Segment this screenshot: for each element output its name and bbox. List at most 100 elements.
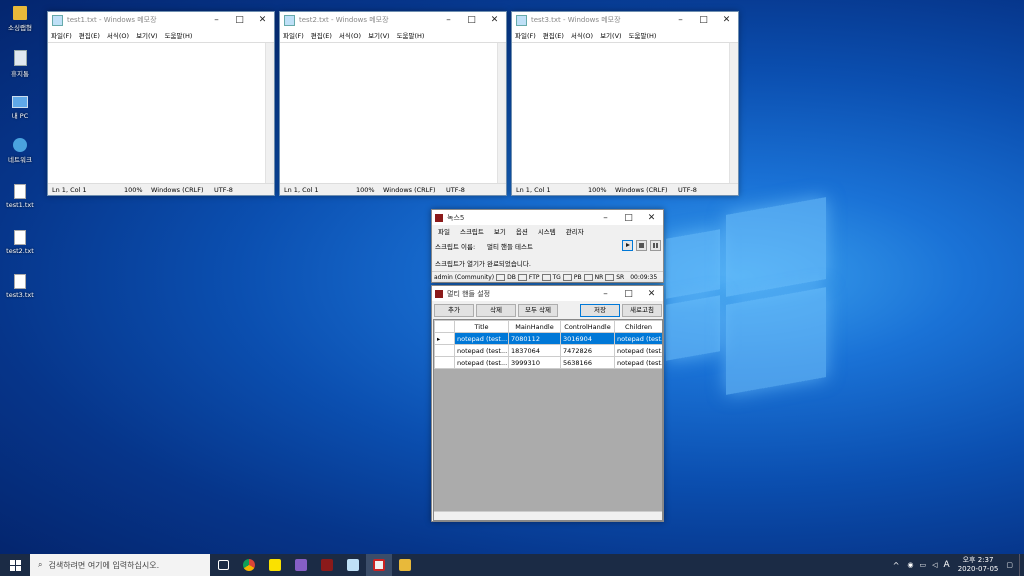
add-button[interactable]: 추가	[434, 304, 474, 317]
network-icon[interactable]: ▭	[920, 561, 927, 569]
desktop-icon-recycle-bin[interactable]: 휴지통	[3, 50, 37, 78]
desktop-icon-this-pc[interactable]: 내 PC	[3, 96, 37, 120]
title-bar[interactable]: test1.txt - Windows 메모장 – □ ✕	[48, 12, 274, 28]
minimize-button[interactable]: –	[594, 289, 617, 299]
menu-file[interactable]: 파일(F)	[283, 30, 304, 40]
notepad-window-1[interactable]: test1.txt - Windows 메모장 – □ ✕ 파일(F) 편집(E…	[47, 11, 275, 196]
menu-view[interactable]: 보기(V)	[600, 30, 621, 40]
notepad-window-3[interactable]: test3.txt - Windows 메모장 – □ ✕ 파일(F) 편집(E…	[511, 11, 739, 196]
vertical-scrollbar[interactable]	[497, 43, 506, 184]
play-button[interactable]	[622, 240, 633, 251]
red-app-button[interactable]	[314, 554, 340, 576]
maximize-button[interactable]: □	[460, 15, 483, 25]
stop-button[interactable]	[636, 240, 647, 251]
menu-format[interactable]: 서식(O)	[107, 30, 129, 40]
menu-options[interactable]: 옵션	[516, 226, 528, 236]
menu-help[interactable]: 도움말(H)	[165, 30, 193, 40]
menu-edit[interactable]: 편집(E)	[311, 30, 332, 40]
desktop-icon-test2[interactable]: test2.txt	[3, 230, 37, 255]
menu-file[interactable]: 파일	[438, 226, 450, 236]
maximize-button[interactable]: □	[617, 289, 640, 299]
title-bar[interactable]: test3.txt - Windows 메모장 – □ ✕	[512, 12, 738, 28]
desktop-icon-test3[interactable]: test3.txt	[3, 274, 37, 299]
close-button[interactable]: ✕	[640, 289, 663, 299]
nox-main-window[interactable]: 녹스5 – □ ✕ 파일 스크립트 보기 옵션 시스템 관리자 스크립트 이름:…	[431, 209, 664, 283]
task-view-button[interactable]	[210, 554, 236, 576]
cell-title[interactable]: notepad (test...	[454, 344, 509, 357]
cell-mainhandle[interactable]: 3999310	[508, 356, 561, 369]
menu-view[interactable]: 보기(V)	[368, 30, 389, 40]
cell-title[interactable]: notepad (test...	[454, 356, 509, 369]
column-header-mainhandle[interactable]: MainHandle	[508, 320, 561, 333]
close-button[interactable]: ✕	[483, 15, 506, 25]
menu-admin[interactable]: 관리자	[566, 226, 584, 236]
title-bar[interactable]: test2.txt - Windows 메모장 – □ ✕	[280, 12, 506, 28]
close-button[interactable]: ✕	[251, 15, 274, 25]
cell-mainhandle[interactable]: 1837064	[508, 344, 561, 357]
menu-view[interactable]: 보기	[494, 226, 506, 236]
desktop-icon-test1[interactable]: test1.txt	[3, 184, 37, 209]
menu-file[interactable]: 파일(F)	[51, 30, 72, 40]
nox-taskbar-button[interactable]	[366, 554, 392, 576]
text-editor-area[interactable]	[280, 42, 506, 184]
handle-grid[interactable]: Title MainHandle ControlHandle Children …	[433, 319, 663, 521]
menu-system[interactable]: 시스템	[538, 226, 556, 236]
cell-title[interactable]: notepad (test...	[454, 332, 509, 345]
table-row[interactable]: ▸ notepad (test... 7080112 3016904 notep…	[434, 332, 662, 345]
show-desktop-button[interactable]	[1019, 554, 1024, 576]
title-bar[interactable]: 녹스5 – □ ✕	[432, 210, 663, 225]
menu-edit[interactable]: 편집(E)	[79, 30, 100, 40]
tray-app-icon[interactable]: ◉	[907, 561, 913, 569]
minimize-button[interactable]: –	[669, 15, 692, 25]
text-editor-area[interactable]	[48, 42, 274, 184]
save-button[interactable]: 저장	[580, 304, 620, 317]
kakaotalk-button[interactable]	[262, 554, 288, 576]
delete-button[interactable]: 삭제	[476, 304, 516, 317]
maximize-button[interactable]: □	[228, 15, 251, 25]
delete-all-button[interactable]: 모두 삭제	[518, 304, 558, 317]
menu-edit[interactable]: 편집(E)	[543, 30, 564, 40]
ime-indicator[interactable]: A	[944, 560, 950, 570]
minimize-button[interactable]: –	[594, 213, 617, 223]
pause-button[interactable]	[650, 240, 661, 251]
menu-view[interactable]: 보기(V)	[136, 30, 157, 40]
title-bar[interactable]: 멀티 핸들 설정 – □ ✕	[432, 286, 663, 301]
desktop-icon-folder[interactable]: 소싱랩형	[3, 6, 37, 32]
notepad-taskbar-button[interactable]	[340, 554, 366, 576]
clock[interactable]: 오후 2:37 2020-07-05	[958, 556, 999, 574]
vertical-scrollbar[interactable]	[729, 43, 738, 184]
refresh-button[interactable]: 새로고침	[622, 304, 662, 317]
volume-icon[interactable]: ◁	[932, 561, 937, 569]
minimize-button[interactable]: –	[205, 15, 228, 25]
close-button[interactable]: ✕	[640, 213, 663, 223]
row-selector[interactable]	[434, 344, 455, 357]
row-selector[interactable]: ▸	[434, 332, 455, 345]
maximize-button[interactable]: □	[692, 15, 715, 25]
text-editor-area[interactable]	[512, 42, 738, 184]
close-button[interactable]: ✕	[715, 15, 738, 25]
cell-controlhandle[interactable]: 7472826	[560, 344, 615, 357]
cell-children[interactable]: notepad (test...	[614, 332, 662, 345]
menu-help[interactable]: 도움말(H)	[397, 30, 425, 40]
maximize-button[interactable]: □	[617, 213, 640, 223]
file-explorer-button[interactable]	[392, 554, 418, 576]
visual-studio-button[interactable]	[288, 554, 314, 576]
menu-help[interactable]: 도움말(H)	[629, 30, 657, 40]
column-header-title[interactable]: Title	[454, 320, 509, 333]
taskbar-search-box[interactable]: ⌕ 검색하려면 여기에 입력하십시오.	[30, 554, 210, 576]
menu-format[interactable]: 서식(O)	[571, 30, 593, 40]
menu-file[interactable]: 파일(F)	[515, 30, 536, 40]
show-hidden-icons-chevron-icon[interactable]: ^	[893, 561, 900, 570]
row-selector[interactable]	[434, 356, 455, 369]
desktop-icon-network[interactable]: 네트워크	[3, 138, 37, 164]
horizontal-scrollbar[interactable]	[434, 511, 662, 520]
cell-children[interactable]: notepad (test...	[614, 344, 662, 357]
menu-script[interactable]: 스크립트	[460, 226, 484, 236]
multi-handle-window[interactable]: 멀티 핸들 설정 – □ ✕ 추가 삭제 모두 삭제 저장 새로고침 Title…	[431, 285, 664, 522]
vertical-scrollbar[interactable]	[265, 43, 274, 184]
minimize-button[interactable]: –	[437, 15, 460, 25]
cell-children[interactable]: notepad (test...	[614, 356, 662, 369]
cell-controlhandle[interactable]: 5638166	[560, 356, 615, 369]
menu-format[interactable]: 서식(O)	[339, 30, 361, 40]
cell-mainhandle[interactable]: 7080112	[508, 332, 561, 345]
